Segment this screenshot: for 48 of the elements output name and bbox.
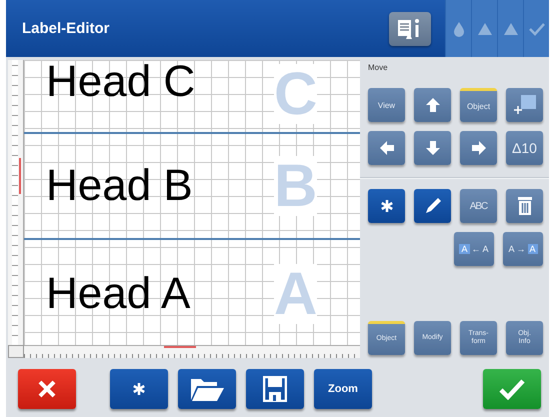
- ruler-marker: [19, 158, 21, 194]
- label-text[interactable]: Head C: [46, 60, 196, 104]
- arrow-button[interactable]: [414, 88, 451, 122]
- edit-button[interactable]: [414, 189, 451, 223]
- checkmark-icon: [528, 22, 544, 36]
- confirm-button[interactable]: [483, 369, 541, 409]
- drop-icon: [452, 20, 466, 36]
- field-marker: C: [274, 64, 318, 124]
- move-button[interactable]: View: [368, 88, 405, 122]
- frame-button[interactable]: [506, 88, 543, 122]
- label-text[interactable]: Head A: [46, 272, 190, 316]
- arrow-button[interactable]: [460, 131, 497, 165]
- field-marker: A: [274, 264, 318, 324]
- warning-icon: [476, 22, 492, 36]
- move-button[interactable]: Δ10: [506, 131, 543, 165]
- ruler-marker: [164, 346, 196, 348]
- frame-move-icon: [512, 94, 536, 116]
- section-label: Move: [368, 63, 389, 72]
- new-button[interactable]: [110, 369, 168, 409]
- checkmark-icon: [499, 378, 525, 400]
- label-info-button[interactable]: [389, 12, 431, 46]
- arrow-icon: [424, 140, 440, 156]
- arrow-icon: [424, 97, 440, 113]
- arrow-button[interactable]: [368, 131, 405, 165]
- close-icon: [37, 379, 57, 399]
- asterisk-icon: [380, 199, 394, 213]
- arrow-icon: [378, 140, 394, 156]
- convert-button[interactable]: A ← A: [454, 232, 494, 266]
- delete-button[interactable]: [506, 189, 543, 223]
- field-marker: B: [274, 156, 318, 216]
- new-object-button[interactable]: [368, 189, 405, 223]
- zoom-button[interactable]: Zoom: [314, 369, 372, 409]
- label-text[interactable]: Head B: [46, 164, 193, 208]
- warning-icon: [502, 22, 518, 36]
- convert-button[interactable]: A → A: [503, 232, 543, 266]
- arrow-button[interactable]: [414, 131, 451, 165]
- folder-icon: [189, 376, 225, 402]
- text-style-label: ABC: [470, 200, 488, 212]
- window-title: Label-Editor: [22, 20, 111, 37]
- move-button[interactable]: Object: [460, 88, 497, 122]
- trash-icon: [516, 196, 532, 216]
- label-canvas[interactable]: Head C C Head B B Head A A: [24, 60, 360, 345]
- save-button[interactable]: [246, 369, 304, 409]
- cancel-button[interactable]: [18, 369, 76, 409]
- arrow-icon: [470, 140, 486, 156]
- text-button[interactable]: ABC: [460, 189, 497, 223]
- open-button[interactable]: [178, 369, 236, 409]
- asterisk-icon: [132, 382, 146, 396]
